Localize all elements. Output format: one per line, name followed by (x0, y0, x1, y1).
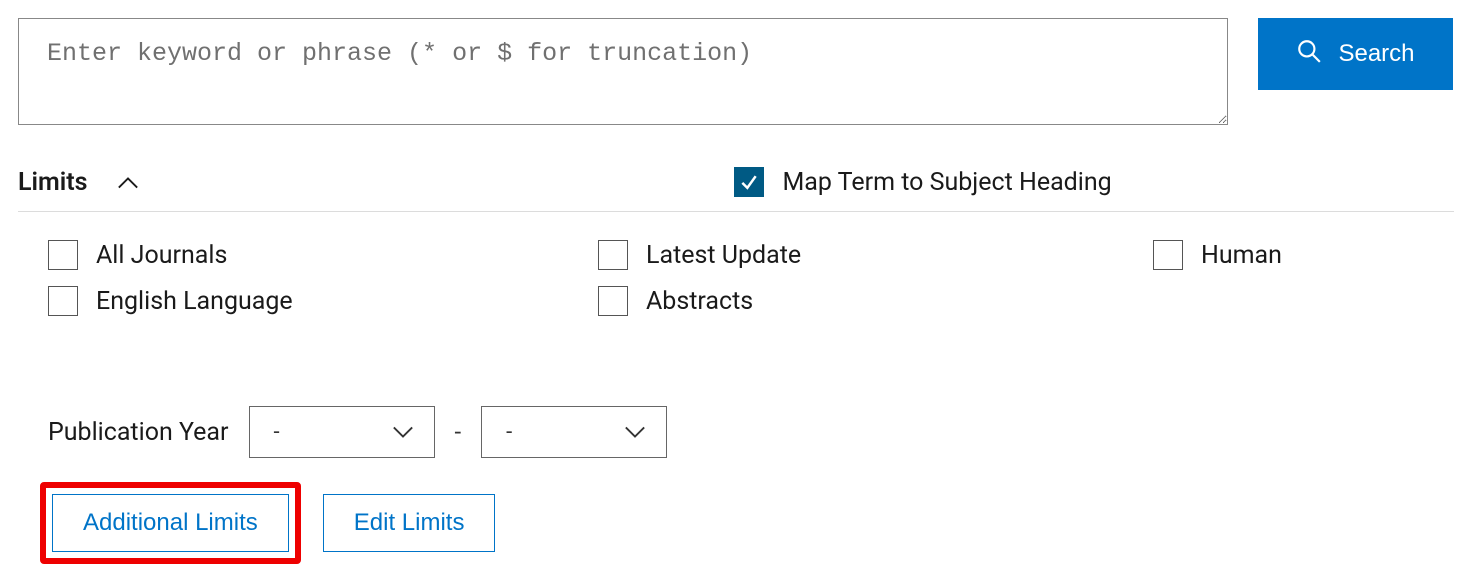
highlight-box: Additional Limits (40, 482, 301, 564)
publication-year-row: Publication Year - - - (18, 406, 1454, 458)
checkbox-label: Abstracts (646, 287, 753, 316)
map-term-block: Map Term to Subject Heading (734, 167, 1111, 197)
year-from-value: - (274, 420, 280, 445)
checkbox-label: Human (1201, 241, 1282, 270)
map-term-checkbox[interactable] (734, 167, 764, 197)
limits-col-1: All Journals English Language (48, 240, 598, 316)
search-icon (1296, 38, 1322, 71)
checkbox-latest-update[interactable]: Latest Update (598, 240, 1153, 270)
edit-limits-button[interactable]: Edit Limits (323, 494, 496, 552)
actions-row: Additional Limits Edit Limits (18, 482, 1454, 564)
limits-col-2: Latest Update Abstracts (598, 240, 1153, 316)
checkbox-label: Latest Update (646, 241, 801, 270)
publication-year-label: Publication Year (48, 418, 229, 447)
checkbox-box[interactable] (1153, 240, 1183, 270)
checkbox-human[interactable]: Human (1153, 240, 1282, 270)
checkbox-all-journals[interactable]: All Journals (48, 240, 598, 270)
year-separator: - (455, 418, 462, 446)
checkbox-english-language[interactable]: English Language (48, 286, 598, 316)
additional-limits-button[interactable]: Additional Limits (52, 494, 289, 552)
limits-grid: All Journals English Language Latest Upd… (18, 240, 1454, 316)
year-to-value: - (506, 420, 512, 445)
search-button-label: Search (1338, 40, 1414, 68)
checkbox-abstracts[interactable]: Abstracts (598, 286, 1153, 316)
checkbox-label: All Journals (96, 241, 227, 270)
search-button[interactable]: Search (1258, 18, 1453, 90)
chevron-down-icon (392, 420, 414, 445)
map-term-label: Map Term to Subject Heading (782, 168, 1111, 197)
limits-col-3: Human (1153, 240, 1282, 316)
limits-title: Limits (18, 168, 87, 197)
checkbox-label: English Language (96, 287, 293, 316)
checkbox-box[interactable] (48, 240, 78, 270)
year-to-select[interactable]: - (481, 406, 667, 458)
checkbox-box[interactable] (598, 286, 628, 316)
chevron-up-icon[interactable] (117, 175, 139, 189)
year-from-select[interactable]: - (249, 406, 435, 458)
search-input[interactable] (18, 18, 1228, 125)
limits-header: Limits Map Term to Subject Heading (18, 167, 1454, 212)
checkbox-box[interactable] (598, 240, 628, 270)
checkbox-box[interactable] (48, 286, 78, 316)
search-row: Search (18, 18, 1454, 125)
chevron-down-icon (624, 420, 646, 445)
